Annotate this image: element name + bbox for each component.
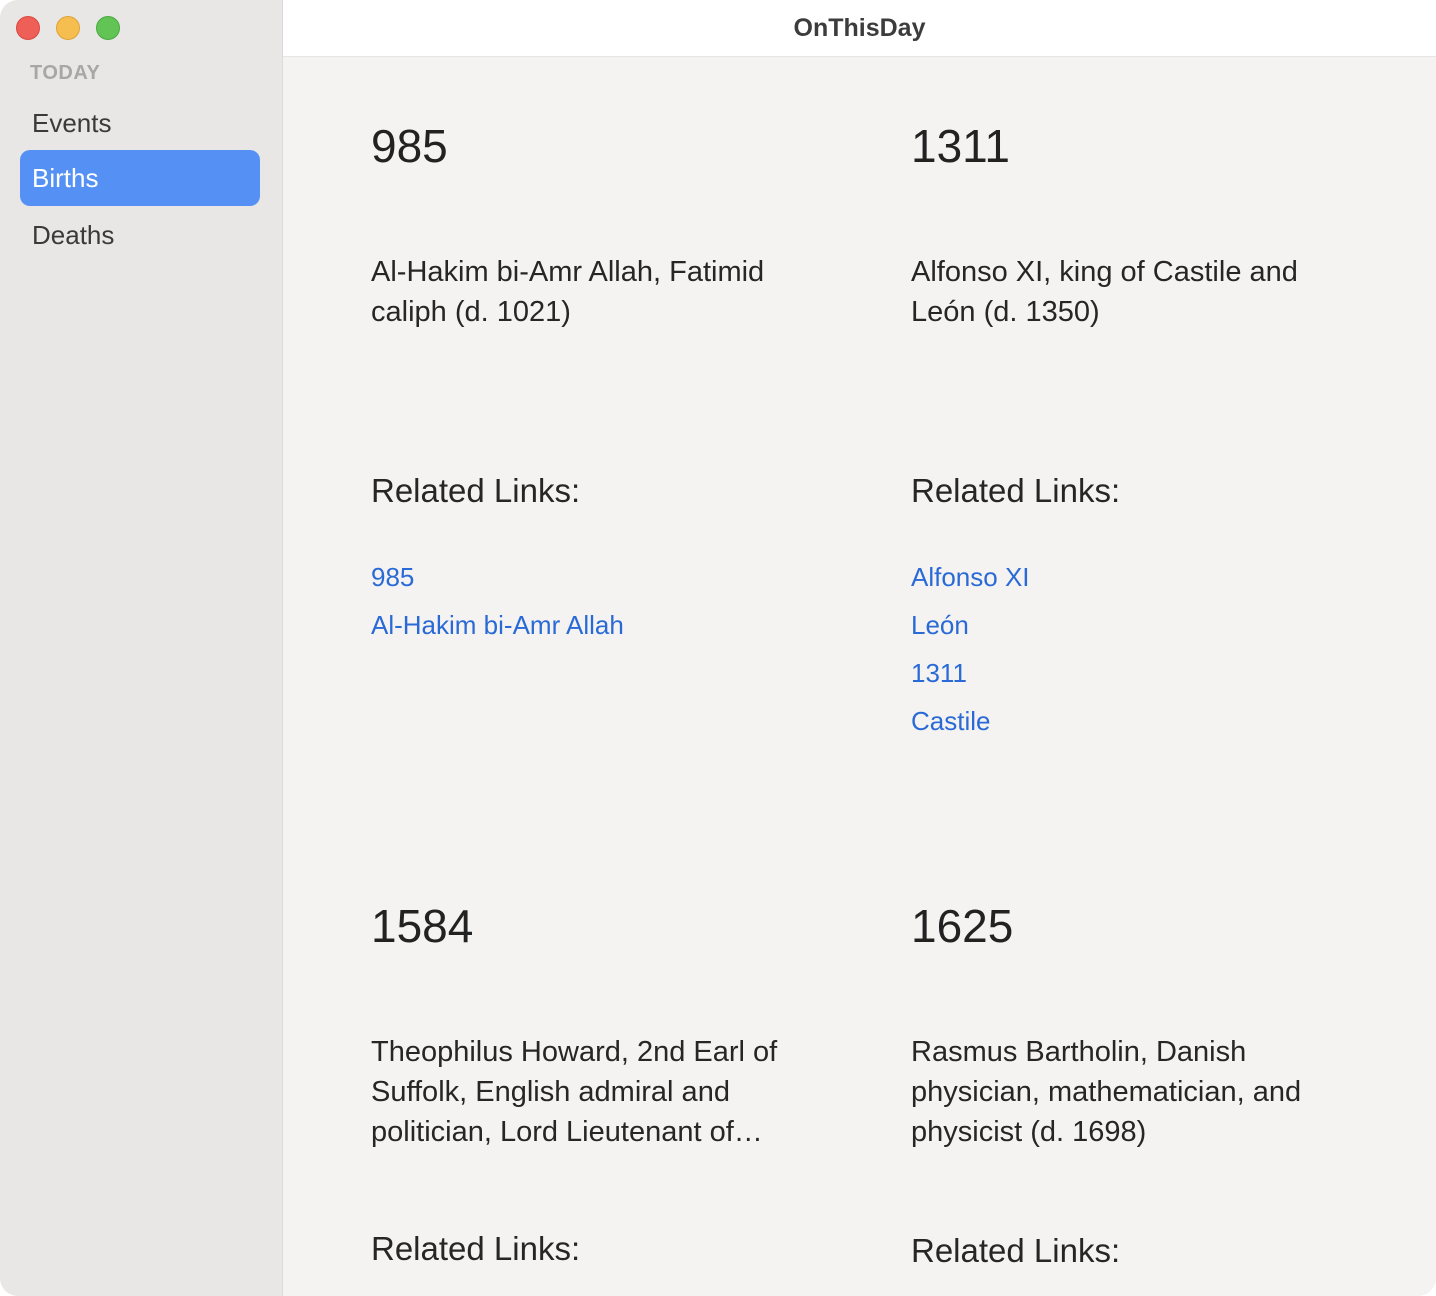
entry-card: 1625 Rasmus Bartholin, Danish physician,… [911,898,1341,1296]
app-window: TODAY Events Births Deaths OnThisDay 985… [0,0,1436,1296]
entry-year: 1311 [911,120,1010,172]
sidebar-item-births[interactable]: Births [20,150,260,206]
related-links-list: 985 Al-Hakim bi-Amr Allah [371,553,624,649]
related-link[interactable]: León [911,601,1030,649]
related-link[interactable]: 1311 [911,649,1030,697]
related-link[interactable]: Alfonso XI [911,553,1030,601]
related-link[interactable]: Al-Hakim bi-Amr Allah [371,601,624,649]
window-title: OnThisDay [283,0,1436,57]
entry-description: Theophilus Howard, 2nd Earl of Suffolk, … [371,1036,778,1148]
sidebar-section-header: TODAY [30,62,101,84]
entry-description: Rasmus Bartholin, Danish physician, math… [911,1036,1302,1148]
sidebar-item-label: Deaths [32,220,115,250]
entry-year: 1584 [371,900,474,952]
sidebar-item-events[interactable]: Events [20,95,260,151]
close-window-button[interactable] [16,16,40,40]
related-link[interactable]: 985 [371,553,624,601]
related-links-list: Alfonso XI León 1311 Castile [911,553,1030,745]
related-links-label: Related Links: [371,472,581,509]
sidebar-item-deaths[interactable]: Deaths [20,207,260,263]
entry-year: 985 [371,120,448,172]
entries-grid[interactable]: 985 Al-Hakim bi-Amr Allah, Fatimid calip… [283,57,1436,1296]
related-links-label: Related Links: [911,1232,1121,1269]
related-link[interactable]: Castile [911,697,1030,745]
entry-card: 1311 Alfonso XI, king of Castile and Leó… [911,118,1341,738]
entry-year: 1625 [911,900,1014,952]
sidebar-item-label: Births [32,163,99,193]
related-links-label: Related Links: [371,1230,581,1267]
related-links-label: Related Links: [911,472,1121,509]
zoom-window-button[interactable] [96,16,120,40]
minimize-window-button[interactable] [56,16,80,40]
entry-card: 1584 Theophilus Howard, 2nd Earl of Suff… [371,898,801,1296]
entry-card: 985 Al-Hakim bi-Amr Allah, Fatimid calip… [371,118,801,658]
entry-description: Al-Hakim bi-Amr Allah, Fatimid caliph (d… [371,256,765,328]
sidebar: TODAY Events Births Deaths [0,0,283,1296]
entry-description: Alfonso XI, king of Castile and León (d.… [911,256,1298,328]
sidebar-item-label: Events [32,108,112,138]
